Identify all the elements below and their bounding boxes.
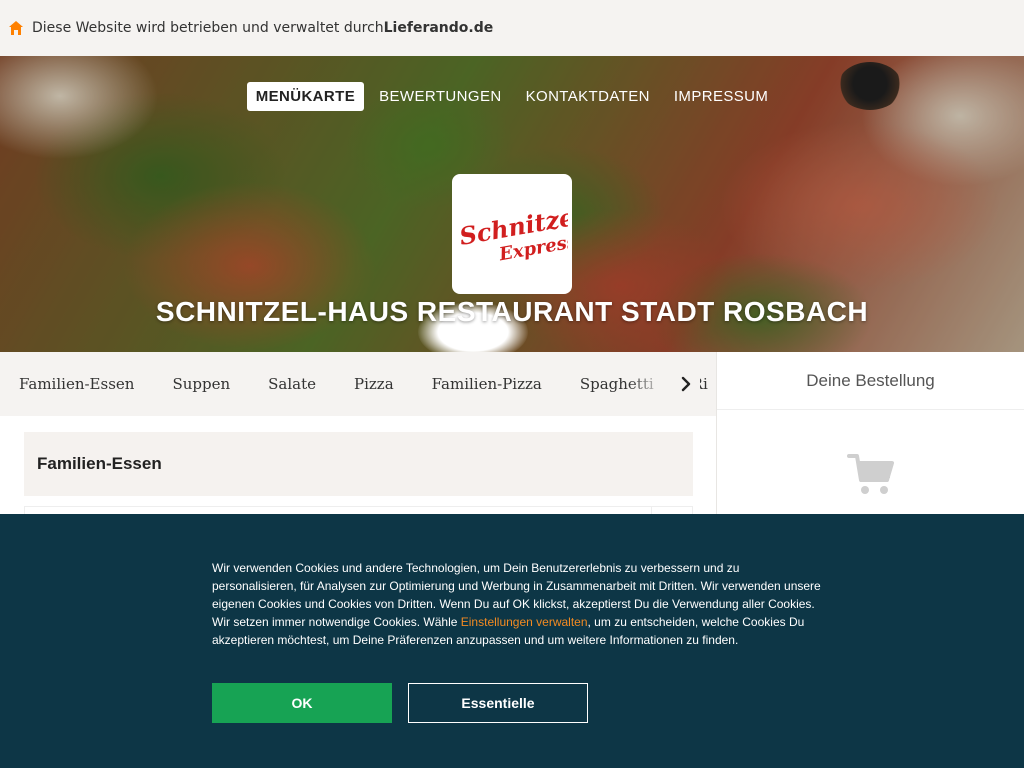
- category-pizza[interactable]: Pizza: [354, 375, 394, 393]
- cookie-essential-button[interactable]: Essentielle: [408, 683, 588, 723]
- restaurant-logo-image: Schnitzel Express: [457, 201, 568, 266]
- home-icon: [8, 20, 24, 36]
- nav-bewertungen[interactable]: BEWERTUNGEN: [370, 82, 510, 111]
- category-bar: Familien-Essen Suppen Salate Pizza Famil…: [0, 352, 716, 416]
- category-familien-essen[interactable]: Familien-Essen: [19, 375, 134, 393]
- operator-brand-link[interactable]: Lieferando.de: [384, 20, 494, 36]
- shopping-cart-icon: [847, 452, 895, 496]
- hero-banner: MENÜKARTE BEWERTUNGEN KONTAKTDATEN IMPRE…: [0, 56, 1024, 352]
- cookie-banner: Wir verwenden Cookies und andere Technol…: [0, 514, 1024, 768]
- cookie-ok-button[interactable]: OK: [212, 683, 392, 723]
- section-title: Familien-Essen: [24, 432, 693, 496]
- nav-impressum[interactable]: IMPRESSUM: [665, 82, 777, 111]
- operator-notice-bar: Diese Website wird betrieben und verwalt…: [0, 0, 1024, 56]
- restaurant-logo: Schnitzel Express: [452, 174, 572, 294]
- nav-menukarte[interactable]: MENÜKARTE: [246, 82, 365, 111]
- order-title: Deine Bestellung: [717, 352, 1024, 410]
- cookie-settings-link[interactable]: Einstellungen verwalten: [461, 615, 588, 629]
- restaurant-name: SCHNITZEL-HAUS RESTAURANT STADT ROSBACH: [155, 296, 869, 327]
- nav-kontaktdaten[interactable]: KONTAKTDATEN: [517, 82, 659, 111]
- category-familien-pizza[interactable]: Familien-Pizza: [432, 375, 542, 393]
- main-nav: MENÜKARTE BEWERTUNGEN KONTAKTDATEN IMPRE…: [0, 82, 1024, 111]
- cookie-text: Wir verwenden Cookies und andere Technol…: [212, 559, 822, 649]
- category-salate[interactable]: Salate: [268, 375, 316, 393]
- category-suppen[interactable]: Suppen: [172, 375, 230, 393]
- operator-notice-text: Diese Website wird betrieben und verwalt…: [32, 20, 384, 36]
- chevron-right-icon[interactable]: [676, 374, 696, 394]
